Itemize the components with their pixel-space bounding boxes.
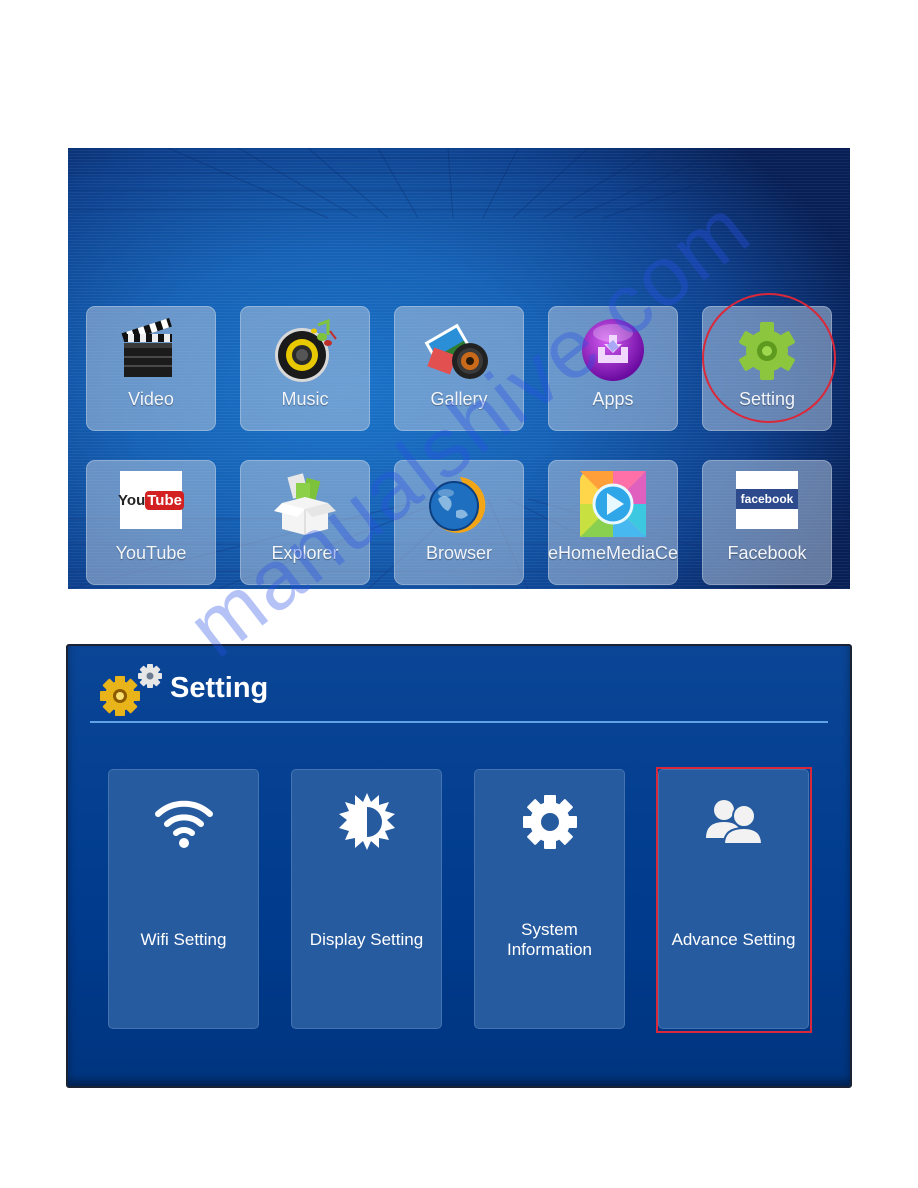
wifi-icon xyxy=(154,800,213,848)
card-label-line2: Information xyxy=(506,940,593,959)
app-label: eHomeMediaCe xyxy=(548,543,677,563)
apps-download-icon xyxy=(582,319,644,381)
app-tile-ehomemediacenter[interactable]: eHomeMediaCe xyxy=(548,460,678,585)
gallery-camera-icon xyxy=(424,323,488,379)
brightness-icon xyxy=(338,793,395,850)
youtube-logo-tube: Tube xyxy=(145,490,184,510)
card-display-setting[interactable]: Display Setting xyxy=(291,769,442,1029)
app-label: Browser xyxy=(425,543,492,563)
facebook-logo: facebook xyxy=(736,489,798,509)
app-tile-music[interactable]: Music xyxy=(240,306,370,431)
app-label: Music xyxy=(281,389,329,409)
card-wifi-setting[interactable]: Wifi Setting xyxy=(108,769,259,1029)
youtube-logo-you: You xyxy=(118,491,146,509)
app-label: Gallery xyxy=(430,389,488,409)
globe-browser-icon xyxy=(429,477,486,533)
card-label-line1: System xyxy=(521,920,578,939)
card-label: Advance Setting xyxy=(671,930,796,949)
app-label: Setting xyxy=(738,389,796,409)
youtube-icon: You Tube xyxy=(118,471,184,529)
app-label: Facebook xyxy=(727,543,807,563)
app-tile-setting[interactable]: Setting xyxy=(702,306,832,431)
app-label: YouTube xyxy=(115,543,187,563)
card-label: Display Setting xyxy=(309,930,424,949)
page-title: Setting xyxy=(170,672,269,704)
app-tile-youtube[interactable]: You Tube YouTube xyxy=(86,460,216,585)
speaker-music-icon xyxy=(275,318,337,382)
users-icon xyxy=(705,800,763,845)
app-tile-video[interactable]: Video xyxy=(86,306,216,431)
app-tile-explorer[interactable]: Explorer xyxy=(240,460,370,585)
card-label: System Information xyxy=(475,920,624,960)
media-center-play-icon xyxy=(580,471,646,537)
gear-icon xyxy=(522,795,577,849)
card-label: Wifi Setting xyxy=(140,930,227,949)
facebook-icon: facebook xyxy=(736,471,798,529)
header-divider xyxy=(90,721,828,723)
green-gear-icon xyxy=(739,322,795,380)
home-screen: Video Music Gallery Apps Setting You Tub… xyxy=(68,148,850,589)
setting-gears-icon xyxy=(100,664,162,716)
app-label: Video xyxy=(128,389,174,409)
app-tile-gallery[interactable]: Gallery xyxy=(394,306,524,431)
perspective-grid-top xyxy=(68,148,850,219)
app-label: Apps xyxy=(592,389,634,409)
app-label: Explorer xyxy=(271,543,339,563)
clapperboard-icon xyxy=(121,317,172,377)
app-tile-facebook[interactable]: facebook Facebook xyxy=(702,460,832,585)
app-tile-browser[interactable]: Browser xyxy=(394,460,524,585)
card-advance-setting[interactable]: Advance Setting xyxy=(658,769,809,1029)
setting-screen: Setting Wifi Setting Display Setting Sys… xyxy=(66,644,852,1088)
explorer-box-icon xyxy=(274,473,336,535)
app-tile-apps[interactable]: Apps xyxy=(548,306,678,431)
card-system-information[interactable]: System Information xyxy=(474,769,625,1029)
